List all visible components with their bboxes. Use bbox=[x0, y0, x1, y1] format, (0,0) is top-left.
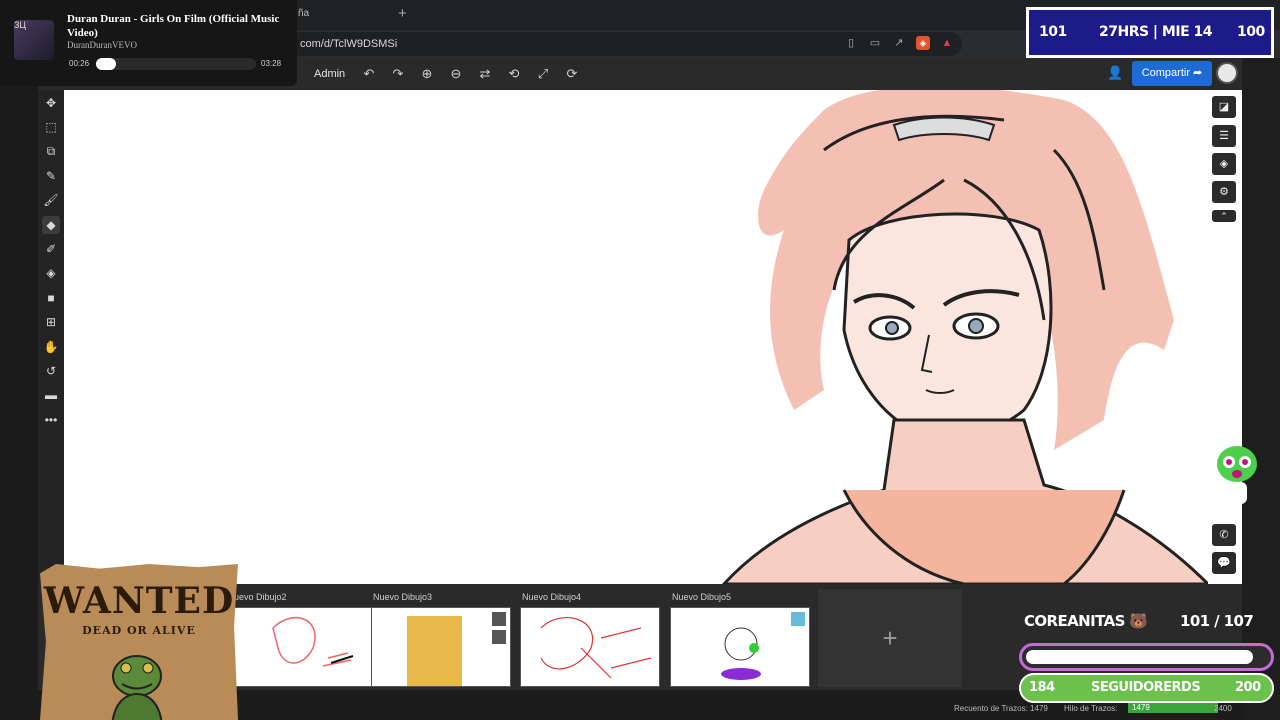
more-icon[interactable]: ••• bbox=[42, 411, 60, 429]
followers-target: 200 bbox=[1235, 680, 1261, 695]
toolbar-tools: ↶ ↷ ⊕ ⊖ ⇄ ⟲ ⤢ ⟳ bbox=[360, 65, 581, 83]
thumb-sonic bbox=[540, 617, 652, 679]
followers-current: 184 bbox=[1029, 680, 1055, 695]
fill-icon[interactable]: ◈ bbox=[42, 264, 60, 282]
elapsed-time: 00:26 bbox=[69, 59, 90, 68]
avatar[interactable] bbox=[1216, 62, 1238, 84]
cast-icon[interactable]: ▭ bbox=[868, 36, 882, 50]
frame-label: uevo Dibujo2 bbox=[234, 592, 287, 602]
thumb-sketch bbox=[272, 617, 354, 667]
new-tab-button[interactable]: + bbox=[398, 5, 407, 22]
stream-hud: 101 27HRS | MIE 14 100 bbox=[1026, 7, 1274, 58]
music-progress-bar bbox=[96, 58, 256, 70]
collapse-icon[interactable]: ⌃ bbox=[1212, 210, 1236, 222]
hand-icon[interactable]: ✋ bbox=[42, 338, 60, 356]
admin-label[interactable]: Admin bbox=[314, 68, 345, 80]
address-bar[interactable]: com/d/TclW9DSMSi ▯ ▭ ↗ ◈ ▲ bbox=[290, 32, 962, 56]
gear-icon[interactable]: ⚙ bbox=[1212, 181, 1236, 203]
frame-label: Nuevo Dibujo5 bbox=[672, 592, 732, 602]
undo-icon[interactable]: ↶ bbox=[360, 65, 378, 83]
stroke-thread-value: 1479 bbox=[1128, 703, 1218, 713]
drawing-canvas[interactable] bbox=[64, 90, 1208, 584]
settings-rotate-icon[interactable]: ⟳ bbox=[563, 65, 581, 83]
frame-thumbnail[interactable] bbox=[371, 607, 511, 687]
eyedropper-icon[interactable]: ✎ bbox=[42, 167, 60, 185]
hud-left: 101 bbox=[1039, 24, 1067, 40]
hud-center: 27HRS | MIE 14 bbox=[1099, 24, 1212, 40]
url-text[interactable]: com/d/TclW9DSMSi bbox=[300, 38, 397, 50]
fullscreen-icon[interactable]: ⤢ bbox=[534, 65, 552, 83]
stroke-count: Recuento de Trazos: 1479 bbox=[954, 704, 1048, 713]
total-time: 03:28 bbox=[261, 59, 282, 68]
clipboard-icon[interactable]: ▯ bbox=[844, 36, 858, 50]
frame-label: Nuevo Dibujo3 bbox=[373, 592, 433, 602]
frame-card[interactable]: Nuevo Dibujo5 bbox=[670, 589, 812, 687]
layers-list-icon[interactable]: ☰ bbox=[1212, 125, 1236, 147]
rotate-icon[interactable]: ⟲ bbox=[505, 65, 523, 83]
goal-progress-bar bbox=[1019, 643, 1274, 671]
smudge-icon[interactable]: ✐ bbox=[42, 240, 60, 258]
song-artist: DuranDuranVEVO bbox=[67, 40, 137, 50]
wanted-title: WANTED bbox=[43, 580, 235, 622]
wanted-subtitle: DEAD OR ALIVE bbox=[82, 624, 196, 637]
brave-rewards-icon[interactable]: ▲ bbox=[940, 36, 954, 50]
stroke-thread-label: Hilo de Trazos: bbox=[1064, 704, 1118, 713]
select-rect-icon[interactable]: ⬚ bbox=[42, 118, 60, 136]
wanted-poster: WANTED DEAD OR ALIVE bbox=[40, 564, 238, 720]
shape-icon[interactable]: ■ bbox=[42, 289, 60, 307]
frame-thumbnail[interactable] bbox=[670, 607, 810, 687]
comment-icon[interactable]: ▬ bbox=[42, 386, 60, 404]
goal-name: COREANITAS 🐻 bbox=[1024, 612, 1148, 630]
frog-portrait bbox=[110, 655, 164, 720]
color-swatch-icon[interactable]: ◪ bbox=[1212, 96, 1236, 118]
flip-icon[interactable]: ⇄ bbox=[476, 65, 494, 83]
thumb-peashooter bbox=[721, 612, 805, 680]
phone-icon[interactable]: ✆ bbox=[1212, 524, 1236, 546]
history-icon[interactable]: ↺ bbox=[42, 362, 60, 380]
music-progress-fill bbox=[96, 58, 116, 70]
frame-card[interactable]: Nuevo Dibujo3 bbox=[371, 589, 513, 687]
move-icon[interactable]: ✥ bbox=[42, 94, 60, 112]
layers-icon[interactable]: ◈ bbox=[1212, 153, 1236, 175]
left-edge bbox=[0, 58, 38, 720]
now-playing-overlay: ЗЦ Duran Duran - Girls On Film (Official… bbox=[0, 0, 297, 86]
browser-tab[interactable]: ña bbox=[298, 8, 309, 19]
redo-icon[interactable]: ↷ bbox=[389, 65, 407, 83]
frame-card[interactable]: uevo Dibujo2 bbox=[232, 589, 374, 687]
brave-shield-icon[interactable]: ◈ bbox=[916, 36, 930, 50]
goal-progress-fill bbox=[1026, 650, 1254, 664]
canvas-artwork bbox=[721, 90, 1208, 584]
zoom-in-icon[interactable]: ⊕ bbox=[418, 65, 436, 83]
chat-icon[interactable]: 💬 bbox=[1212, 552, 1236, 574]
stroke-thread-max: 2400 bbox=[1214, 704, 1232, 713]
omnibox-icons: ▯ ▭ ↗ ◈ ▲ bbox=[844, 36, 954, 50]
song-title: Duran Duran - Girls On Film (Official Mu… bbox=[67, 13, 280, 39]
transform-icon[interactable]: ⧉ bbox=[42, 142, 60, 160]
add-frame-button[interactable]: + bbox=[818, 589, 962, 687]
frame-thumbnail[interactable] bbox=[232, 607, 372, 687]
eraser-icon[interactable]: ◆ bbox=[42, 216, 60, 234]
followers-goal: 184 SEGUIDORERDS 200 bbox=[1019, 673, 1274, 703]
music-flag-text: ЗЦ bbox=[14, 20, 27, 30]
share-page-icon[interactable]: ↗ bbox=[892, 36, 906, 50]
frame-label: Nuevo Dibujo4 bbox=[522, 592, 582, 602]
share-label: Compartir bbox=[1141, 67, 1190, 79]
frame-thumbnail[interactable] bbox=[520, 607, 660, 687]
goal-count: 101 / 107 bbox=[1180, 612, 1254, 630]
mascot-icon bbox=[1217, 446, 1257, 504]
hud-right: 100 bbox=[1237, 24, 1265, 40]
add-layer-icon[interactable]: ⊞ bbox=[42, 313, 60, 331]
brush-icon[interactable]: 🖌 bbox=[42, 191, 60, 209]
followers-label: SEGUIDORERDS bbox=[1091, 680, 1201, 695]
share-button[interactable]: Compartir ➦ bbox=[1132, 61, 1212, 86]
frame-card[interactable]: Nuevo Dibujo4 bbox=[520, 589, 662, 687]
tool-panel: ✥ ⬚ ⧉ ✎ 🖌 ◆ ✐ ◈ ■ ⊞ ✋ ↺ ▬ ••• bbox=[38, 90, 64, 586]
thumb-naruto bbox=[407, 612, 506, 686]
zoom-out-icon[interactable]: ⊖ bbox=[447, 65, 465, 83]
add-user-icon[interactable]: 👤 bbox=[1107, 65, 1123, 81]
